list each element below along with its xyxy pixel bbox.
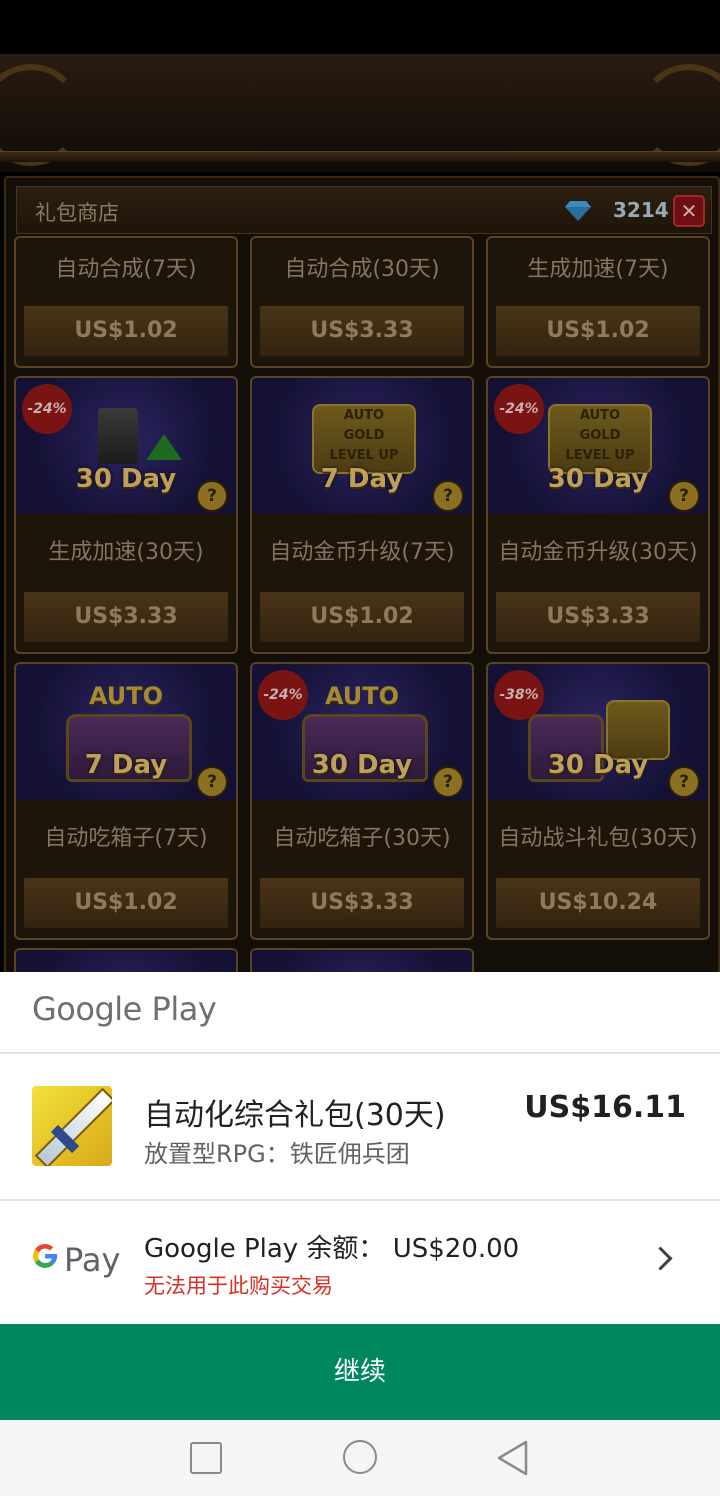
shop-card[interactable]: AUTO 30 Day -24% ? 自动吃箱子(30天) US$3.33 <box>250 662 474 940</box>
close-button[interactable]: ✕ <box>673 195 705 227</box>
price-button[interactable]: US$10.24 <box>494 876 702 930</box>
help-icon[interactable]: ? <box>668 480 700 512</box>
google-play-logo: Google Play <box>32 990 217 1028</box>
auto-banner: AUTO <box>88 682 164 710</box>
card-name: 自动金币升级(7天) <box>269 539 455 565</box>
card-name: 自动金币升级(30天) <box>498 539 698 565</box>
card-name: 生成加速(7天) <box>527 256 669 282</box>
price-button[interactable]: US$1.02 <box>22 304 230 358</box>
chevron-right-icon[interactable] <box>648 1246 673 1271</box>
help-icon[interactable]: ? <box>432 766 464 798</box>
shop-card[interactable]: 30 Day -38% ? 自动战斗礼包(30天) US$10.24 <box>486 662 710 940</box>
frame-rail <box>0 151 720 162</box>
card-image: 30 Day -38% ? <box>488 664 708 800</box>
shop-title: 礼包商店 <box>35 201 119 225</box>
card-name: 自动吃箱子(30天) <box>273 825 451 851</box>
discount-badge: -24% <box>258 670 308 720</box>
google-pay-logo: Pay <box>30 1240 120 1280</box>
sword-icon <box>32 1086 112 1166</box>
card-image: 30 Day -24% ? <box>16 378 236 514</box>
discount-badge: -24% <box>22 384 72 434</box>
back-icon[interactable] <box>496 1440 530 1480</box>
card-name: 生成加速(30天) <box>48 539 204 565</box>
price-button[interactable]: US$1.02 <box>258 590 466 644</box>
shop-card[interactable]: 30 Day -24% ? 生成加速(30天) US$3.33 <box>14 376 238 654</box>
gift-shop-panel: 礼包商店 3214 ✕ 自动合成(7天) US$1.02 自动合成(30天) U… <box>4 176 720 1012</box>
card-image: AUTO 7 Day ? <box>16 664 236 800</box>
card-name: 自动吃箱子(7天) <box>44 825 208 851</box>
help-icon[interactable]: ? <box>668 766 700 798</box>
help-icon[interactable]: ? <box>196 766 228 798</box>
card-name: 自动战斗礼包(30天) <box>498 825 698 851</box>
divider <box>0 1052 720 1054</box>
product-title: 自动化综合礼包(30天) <box>144 1098 446 1133</box>
game-top-frame <box>0 54 720 172</box>
navigation-bar <box>0 1420 720 1496</box>
price-button[interactable]: US$1.02 <box>22 876 230 930</box>
continue-button[interactable]: 继续 <box>0 1324 720 1420</box>
hammer-icon <box>98 408 138 464</box>
card-image: AUTO GOLD LEVEL UP 30 Day -24% ? <box>488 378 708 514</box>
divider <box>0 1199 720 1201</box>
gem-count: 3214 <box>613 198 669 222</box>
payment-warning: 无法用于此购买交易 <box>144 1274 333 1298</box>
card-name: 自动合成(7天) <box>55 256 197 282</box>
discount-badge: -24% <box>494 384 544 434</box>
shop-card[interactable]: AUTO GOLD LEVEL UP 30 Day -24% ? 自动金币升级(30… <box>486 376 710 654</box>
shop-card[interactable]: 生成加速(7天) US$1.02 <box>486 236 710 368</box>
recents-icon[interactable] <box>190 1442 222 1474</box>
card-name: 自动合成(30天) <box>284 256 440 282</box>
price-button[interactable]: US$1.02 <box>494 304 702 358</box>
price-button[interactable]: US$3.33 <box>258 876 466 930</box>
card-image: AUTO 30 Day -24% ? <box>252 664 472 800</box>
product-app-name: 放置型RPG：铁匠佣兵团 <box>144 1140 410 1168</box>
card-image: AUTO GOLD LEVEL UP 7 Day ? <box>252 378 472 514</box>
shop-card[interactable]: AUTO 7 Day ? 自动吃箱子(7天) US$1.02 <box>14 662 238 940</box>
discount-badge: -38% <box>494 670 544 720</box>
price-button[interactable]: US$3.33 <box>258 304 466 358</box>
help-icon[interactable]: ? <box>432 480 464 512</box>
help-icon[interactable]: ? <box>196 480 228 512</box>
shop-card[interactable]: 自动合成(30天) US$3.33 <box>250 236 474 368</box>
google-g-icon <box>30 1240 60 1280</box>
purchase-sheet: Google Play 自动化综合礼包(30天) 放置型RPG：铁匠佣兵团 US… <box>0 972 720 1420</box>
shop-card[interactable]: AUTO GOLD LEVEL UP 7 Day ? 自动金币升级(7天) US$1… <box>250 376 474 654</box>
shop-header: 礼包商店 3214 ✕ <box>16 186 712 234</box>
up-arrow-icon <box>146 434 182 460</box>
pay-text: Pay <box>64 1241 121 1279</box>
payment-method-label[interactable]: Google Play 余额： US$20.00 <box>144 1228 519 1265</box>
product-price: US$16.11 <box>524 1090 686 1125</box>
price-button[interactable]: US$3.33 <box>494 590 702 644</box>
home-icon[interactable] <box>343 1440 377 1474</box>
shop-card[interactable]: 自动合成(7天) US$1.02 <box>14 236 238 368</box>
price-button[interactable]: US$3.33 <box>22 590 230 644</box>
status-bar <box>0 0 720 54</box>
